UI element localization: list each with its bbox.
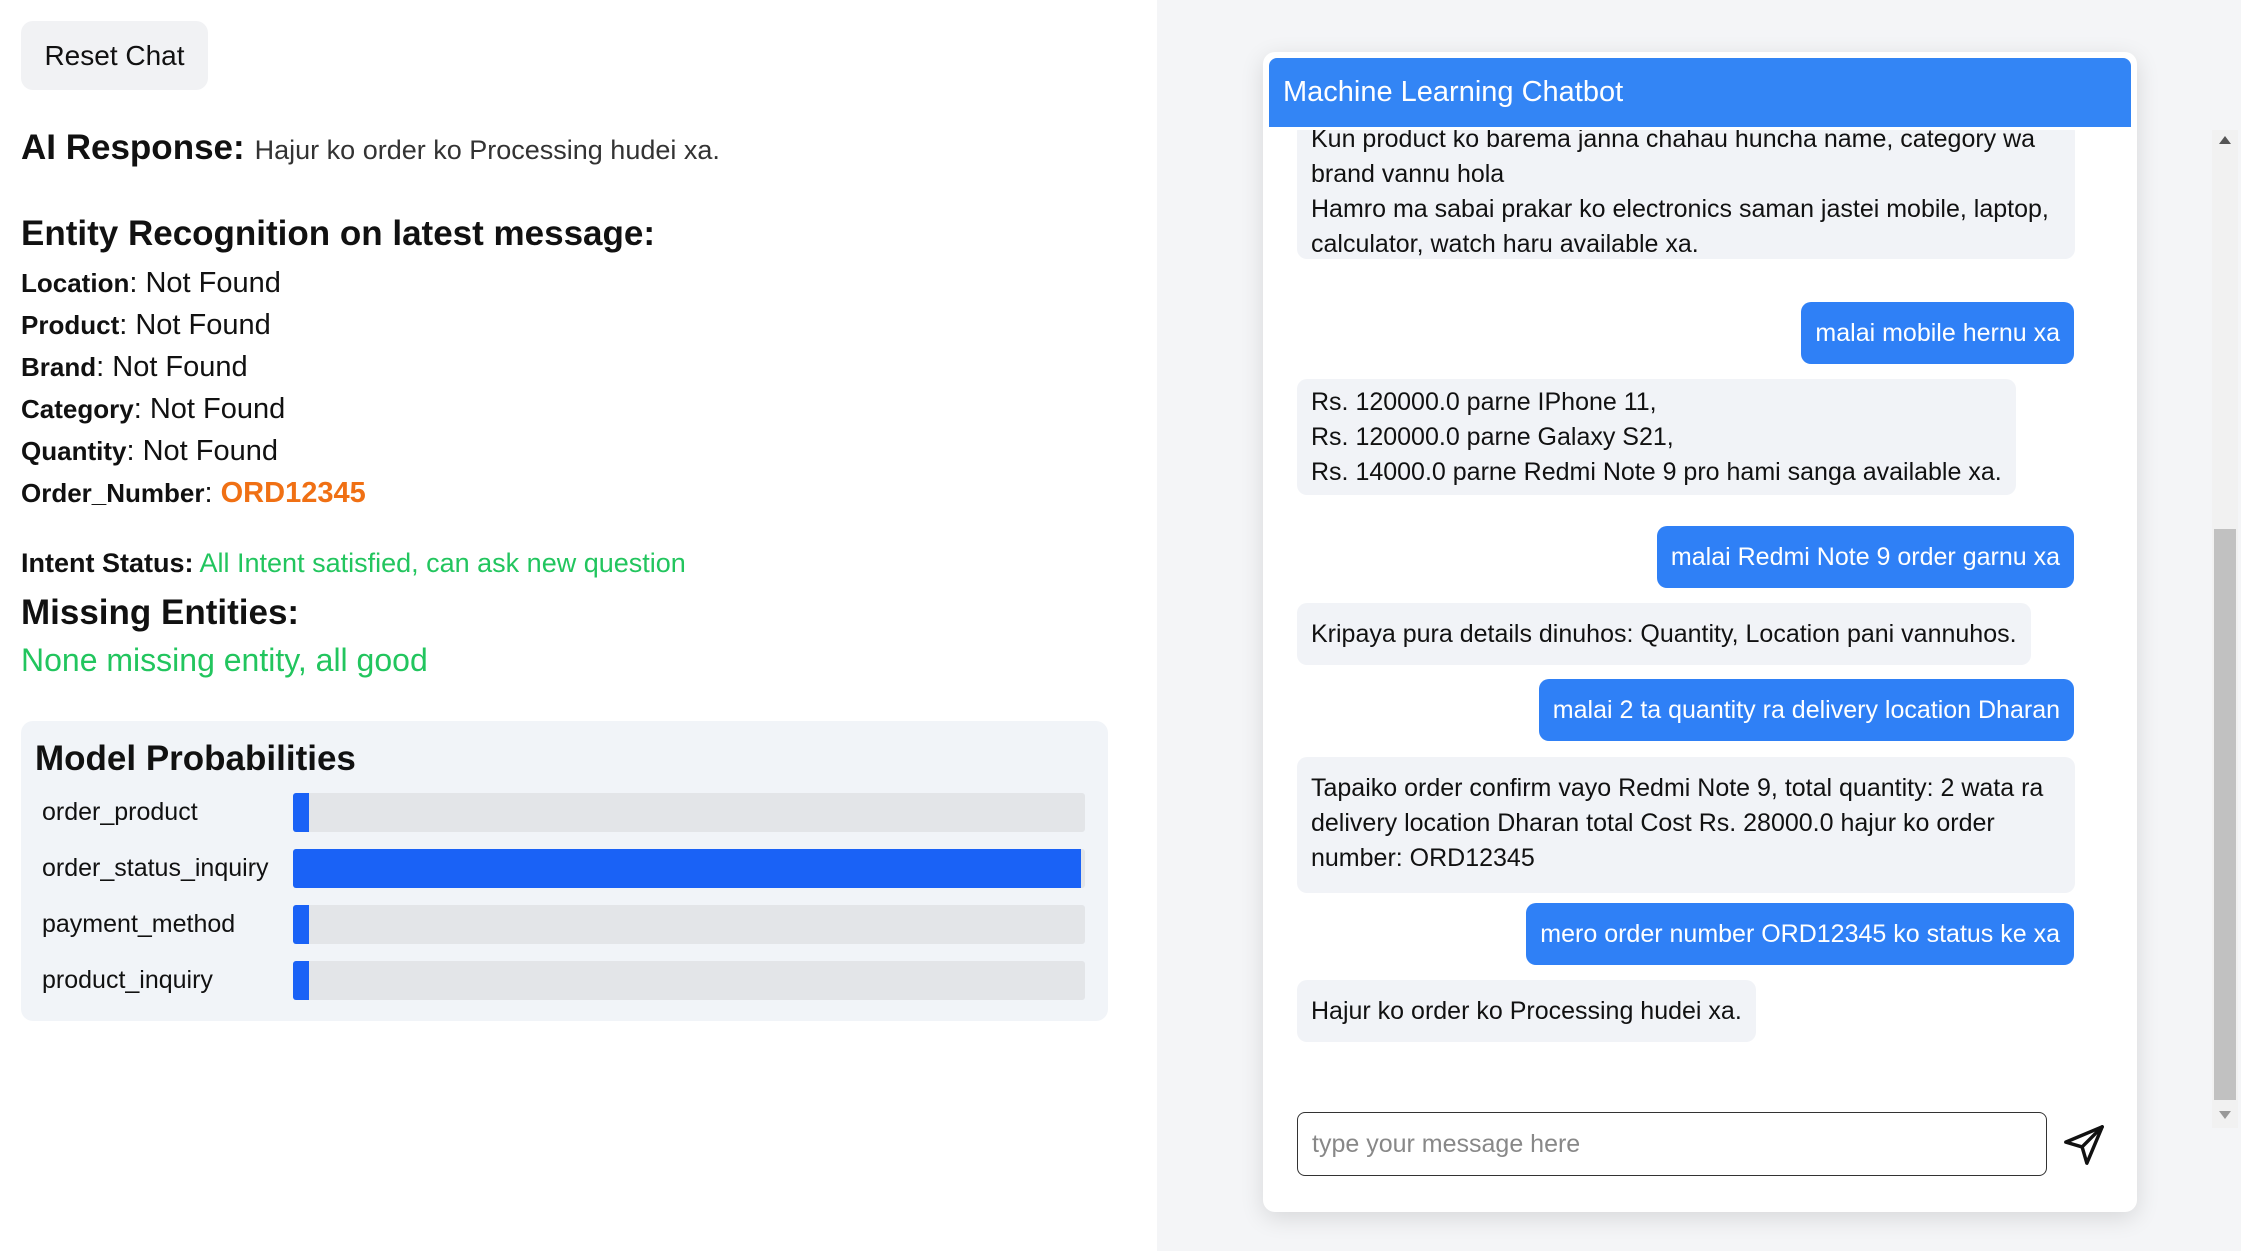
entity-row-category: Category: Not Found xyxy=(21,388,366,430)
entity-key: Brand xyxy=(21,352,97,382)
entity-value: Not Found xyxy=(112,351,248,383)
message-list: Kun product ko barema janna chahau hunch… xyxy=(1263,130,2137,1128)
intent-status-value: All Intent satisfied, can ask new questi… xyxy=(199,548,686,578)
scroll-up-arrow-icon[interactable] xyxy=(2219,136,2231,144)
missing-entities-value: None missing entity, all good xyxy=(21,642,428,678)
probability-track xyxy=(293,905,1085,944)
entity-value: Not Found xyxy=(142,435,278,467)
entity-sep: : xyxy=(126,435,143,467)
entity-row-brand: Brand: Not Found xyxy=(21,346,366,388)
entity-sep: : xyxy=(133,393,150,425)
message-input-wrapper xyxy=(1297,1112,2047,1176)
probability-row: payment_method xyxy=(21,903,1108,945)
user-message: malai mobile hernu xa xyxy=(1801,302,2074,364)
probability-row: order_status_inquiry xyxy=(21,847,1108,889)
entity-recognition-title: Entity Recognition on latest message: xyxy=(21,214,655,253)
intent-status: Intent Status: All Intent satisfied, can… xyxy=(21,548,686,579)
ai-response: AI Response: Hajur ko order ko Processing… xyxy=(21,128,720,168)
entity-list: Location: Not Found Product: Not Found B… xyxy=(21,262,366,514)
probability-row: order_product xyxy=(21,791,1108,833)
entity-sep: : xyxy=(119,309,136,341)
probability-bar xyxy=(293,905,309,944)
entity-row-quantity: Quantity: Not Found xyxy=(21,430,366,472)
probability-label: payment_method xyxy=(42,910,236,938)
entity-key: Quantity xyxy=(21,436,127,466)
entity-sep: : xyxy=(96,351,113,383)
entity-row-product: Product: Not Found xyxy=(21,304,366,346)
probability-bar xyxy=(293,961,309,1000)
scroll-thumb[interactable] xyxy=(2214,529,2236,1100)
entity-value: Not Found xyxy=(149,393,286,425)
entity-value: Not Found xyxy=(145,267,281,299)
intent-status-label: Intent Status: xyxy=(21,548,194,578)
user-message: mero order number ORD12345 ko status ke … xyxy=(1526,903,2074,965)
bot-message: Rs. 120000.0 parne IPhone 11, Rs. 120000… xyxy=(1297,379,2016,495)
message-input[interactable] xyxy=(1298,1113,2046,1175)
message-scrollbar[interactable] xyxy=(2212,130,2238,1128)
user-message: malai 2 ta quantity ra delivery location… xyxy=(1538,679,2074,741)
probability-track xyxy=(293,849,1085,888)
right-panel: Machine Learning Chatbot Kun product ko … xyxy=(1157,0,2241,1251)
user-message: malai Redmi Note 9 order garnu xa xyxy=(1656,526,2074,588)
bot-message: Tapaiko order confirm vayo Redmi Note 9,… xyxy=(1297,757,2075,893)
send-icon xyxy=(2064,1125,2104,1165)
entity-sep: : xyxy=(129,267,146,299)
bot-message: Kun product ko barema janna chahau hunch… xyxy=(1297,130,2075,259)
entity-row-location: Location: Not Found xyxy=(21,262,366,304)
scroll-down-arrow-icon[interactable] xyxy=(2219,1111,2231,1119)
entity-row-order-number: Order_Number: ORD12345 xyxy=(21,472,366,514)
bot-message: Kripaya pura details dinuhos: Quantity, … xyxy=(1297,603,2031,665)
probability-label: order_product xyxy=(42,798,198,826)
entity-key: Product xyxy=(21,310,120,340)
entity-key: Order_Number xyxy=(21,478,205,508)
model-probabilities-panel: Model Probabilities order_product order_… xyxy=(21,721,1108,1021)
probability-row: product_inquiry xyxy=(21,959,1108,1001)
chat-title: Machine Learning Chatbot xyxy=(1269,58,2131,127)
probability-bar xyxy=(293,793,309,832)
left-panel: Reset Chat AI Response: Hajur ko order ko… xyxy=(0,0,1157,1251)
probability-track xyxy=(293,793,1085,832)
entity-value-found: ORD12345 xyxy=(220,477,366,509)
ai-response-label: AI Response: xyxy=(21,128,245,167)
entity-key: Category xyxy=(21,394,134,424)
entity-sep: : xyxy=(204,477,221,509)
model-probabilities-title: Model Probabilities xyxy=(35,739,356,778)
probability-bar xyxy=(293,849,1082,888)
ai-response-value: Hajur ko order ko Processing hudei xa. xyxy=(254,135,720,165)
probability-track xyxy=(293,961,1085,1000)
bot-message: Hajur ko order ko Processing hudei xa. xyxy=(1297,980,1756,1042)
entity-value: Not Found xyxy=(135,309,271,341)
send-button[interactable] xyxy=(2061,1122,2107,1168)
missing-entities-title: Missing Entities: xyxy=(21,593,300,632)
entity-key: Location xyxy=(21,268,130,298)
probability-label: product_inquiry xyxy=(42,966,213,994)
probability-label: order_status_inquiry xyxy=(42,854,269,882)
chat-window: Machine Learning Chatbot Kun product ko … xyxy=(1263,52,2238,1212)
reset-chat-button[interactable]: Reset Chat xyxy=(21,21,208,90)
